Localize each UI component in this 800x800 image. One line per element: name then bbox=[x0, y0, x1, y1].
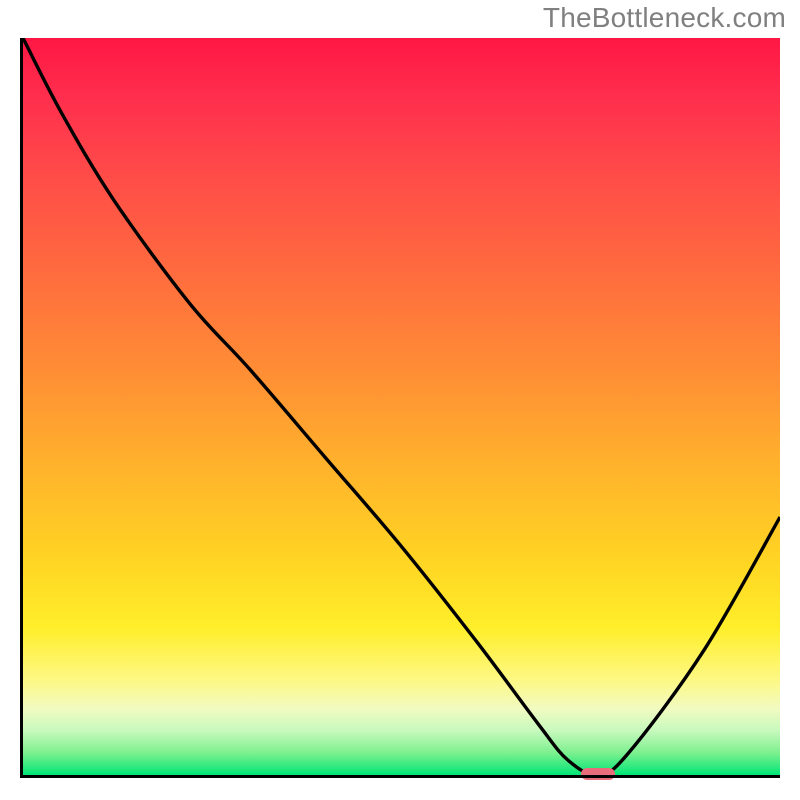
chart-container: TheBottleneck.com bbox=[0, 0, 800, 800]
x-axis-line bbox=[20, 775, 780, 778]
minimum-marker bbox=[581, 768, 615, 780]
watermark-text: TheBottleneck.com bbox=[543, 2, 786, 34]
plot-area bbox=[20, 38, 780, 778]
bottleneck-curve bbox=[23, 38, 780, 775]
